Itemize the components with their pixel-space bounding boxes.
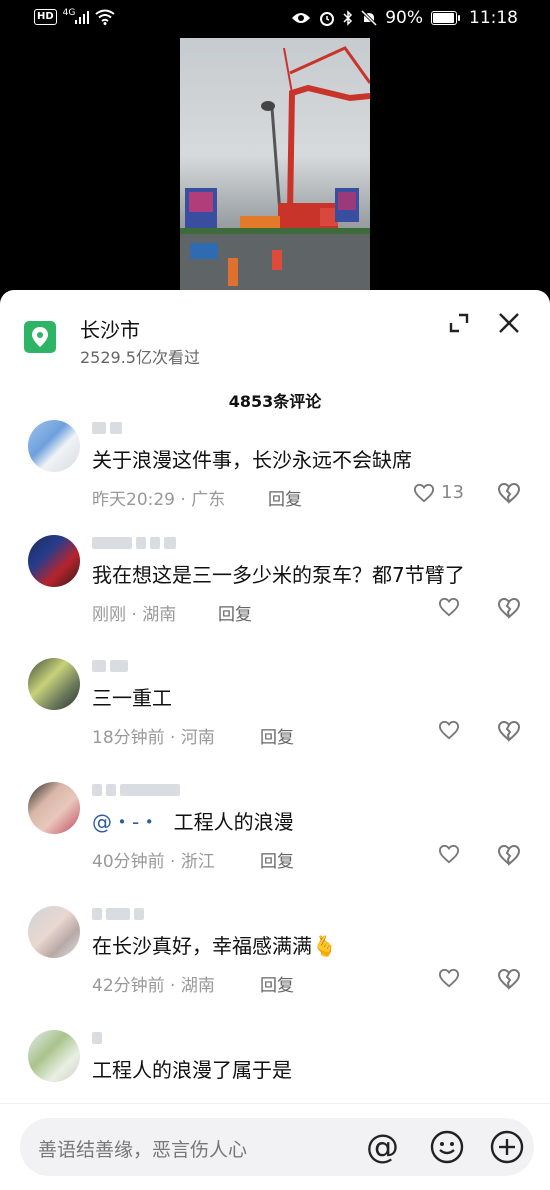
username[interactable] bbox=[92, 422, 122, 438]
comment-text: 关于浪漫这件事，长沙永远不会缺席 bbox=[92, 448, 412, 472]
alarm-icon bbox=[320, 12, 335, 26]
broken-heart-icon bbox=[497, 844, 521, 866]
comment-text: 在长沙真好，幸福感满满🫰 bbox=[92, 934, 337, 958]
eye-icon bbox=[292, 13, 311, 23]
signal-icon bbox=[75, 11, 90, 24]
comment-time: 刚刚 bbox=[92, 605, 126, 625]
clock: 11:18 bbox=[469, 8, 518, 28]
username[interactable] bbox=[92, 537, 176, 553]
reply-button[interactable]: 回复 bbox=[260, 971, 294, 996]
heart-icon bbox=[438, 597, 460, 617]
comment-meta: 刚刚 · 湖南 bbox=[92, 605, 177, 625]
comment-text: 三一重工 bbox=[92, 686, 172, 710]
battery-icon bbox=[431, 11, 460, 25]
location-pin-icon bbox=[24, 321, 56, 353]
like-count: 13 bbox=[441, 482, 464, 503]
reply-button[interactable]: 回复 bbox=[268, 485, 302, 510]
like-button[interactable]: 13 bbox=[413, 482, 464, 503]
comment-count: 4853条评论 bbox=[228, 392, 322, 411]
bluetooth-icon bbox=[343, 10, 353, 26]
video-thumbnail bbox=[180, 46, 370, 300]
mute-icon bbox=[361, 10, 378, 26]
battery-percent: 90% bbox=[385, 8, 423, 28]
reply-button[interactable]: 回复 bbox=[218, 600, 252, 625]
avatar[interactable] bbox=[28, 658, 80, 710]
video-area[interactable] bbox=[0, 38, 550, 300]
plus-icon[interactable] bbox=[489, 1129, 525, 1165]
comment-meta: 40分钟前 · 浙江 bbox=[92, 852, 215, 872]
hd-badge: HD bbox=[34, 9, 57, 25]
wifi-icon bbox=[95, 9, 115, 25]
comment-text: 我在想这是三一多少米的泵车？都7节臂了 bbox=[92, 563, 465, 587]
emoji-icon[interactable] bbox=[429, 1129, 465, 1165]
dislike-button[interactable] bbox=[497, 844, 521, 870]
avatar[interactable] bbox=[28, 782, 80, 834]
heart-icon bbox=[438, 968, 460, 988]
comment-meta: 18分钟前 · 河南 bbox=[92, 728, 215, 748]
network-type: 4G bbox=[62, 8, 76, 18]
like-button[interactable] bbox=[438, 720, 466, 740]
comment-text: 工程人的浪漫了属于是 bbox=[92, 1058, 292, 1082]
broken-heart-icon bbox=[497, 482, 521, 504]
like-button[interactable] bbox=[438, 844, 466, 864]
avatar[interactable] bbox=[28, 535, 80, 587]
broken-heart-icon bbox=[497, 720, 521, 742]
status-right: 90% 11:18 bbox=[291, 8, 518, 28]
dislike-button[interactable] bbox=[497, 482, 521, 508]
heart-icon bbox=[438, 844, 460, 864]
status-bar: HD 4G 90% 11:18 bbox=[0, 0, 550, 38]
dislike-button[interactable] bbox=[497, 968, 521, 994]
broken-heart-icon bbox=[497, 968, 521, 990]
comment-item: 我在想这是三一多少米的泵车？都7节臂了 刚刚 · 湖南 回复 bbox=[0, 535, 550, 653]
close-icon[interactable] bbox=[497, 311, 521, 335]
expand-icon[interactable] bbox=[447, 311, 471, 335]
avatar[interactable] bbox=[28, 1030, 80, 1082]
at-icon[interactable]: @ bbox=[366, 1127, 399, 1167]
comment-time: 昨天20:29 bbox=[92, 490, 175, 510]
comment-text: @・-・ 工程人的浪漫 bbox=[92, 806, 294, 835]
reply-button[interactable]: 回复 bbox=[260, 723, 294, 748]
avatar[interactable] bbox=[28, 420, 80, 472]
comment-item: @・-・ 工程人的浪漫 40分钟前 · 浙江 回复 bbox=[0, 782, 550, 900]
avatar[interactable] bbox=[28, 906, 80, 958]
comment-input[interactable]: 善语结善缘，恶言伤人心 @ bbox=[20, 1118, 534, 1176]
comment-region: 湖南 bbox=[180, 976, 215, 996]
username[interactable] bbox=[92, 908, 144, 924]
comment-region: 河南 bbox=[180, 728, 215, 748]
dislike-button[interactable] bbox=[497, 720, 521, 746]
username[interactable] bbox=[92, 784, 180, 800]
location-title[interactable]: 长沙市 bbox=[80, 314, 140, 343]
comment-meta: 42分钟前 · 湖南 bbox=[92, 976, 215, 996]
bottom-input-bar: 善语结善缘，恶言伤人心 @ bbox=[0, 1103, 550, 1190]
status-left: HD 4G bbox=[34, 8, 115, 25]
comment-sheet: 长沙市 2529.5亿次看过 4853条评论 关于浪漫这件事，长沙永远不会缺席 … bbox=[0, 290, 550, 1189]
comment-meta: 昨天20:29 · 广东 bbox=[92, 490, 226, 510]
comment-region: 浙江 bbox=[180, 852, 215, 872]
heart-icon bbox=[438, 720, 460, 740]
comment-time: 18分钟前 bbox=[92, 728, 165, 748]
comment-item: 三一重工 18分钟前 · 河南 回复 bbox=[0, 658, 550, 776]
comment-region: 湖南 bbox=[142, 605, 177, 625]
comment-input-placeholder: 善语结善缘，恶言伤人心 bbox=[38, 1139, 248, 1161]
broken-heart-icon bbox=[497, 597, 521, 619]
comment-item: 在长沙真好，幸福感满满🫰 42分钟前 · 湖南 回复 bbox=[0, 906, 550, 1024]
mention-link[interactable]: @・-・ bbox=[92, 810, 159, 834]
heart-icon bbox=[413, 483, 435, 502]
comment-region: 广东 bbox=[191, 490, 226, 510]
username[interactable] bbox=[92, 660, 128, 676]
comment-body: 工程人的浪漫 bbox=[173, 810, 294, 834]
dislike-button[interactable] bbox=[497, 597, 521, 623]
reply-button[interactable]: 回复 bbox=[260, 847, 294, 872]
video-frame[interactable] bbox=[180, 38, 370, 300]
like-button[interactable] bbox=[438, 597, 466, 617]
comment-time: 42分钟前 bbox=[92, 976, 165, 996]
location-views: 2529.5亿次看过 bbox=[80, 348, 200, 367]
comment-item: 关于浪漫这件事，长沙永远不会缺席 昨天20:29 · 广东 回复 13 bbox=[0, 420, 550, 538]
username[interactable] bbox=[92, 1032, 102, 1048]
comment-time: 40分钟前 bbox=[92, 852, 165, 872]
like-button[interactable] bbox=[438, 968, 466, 988]
